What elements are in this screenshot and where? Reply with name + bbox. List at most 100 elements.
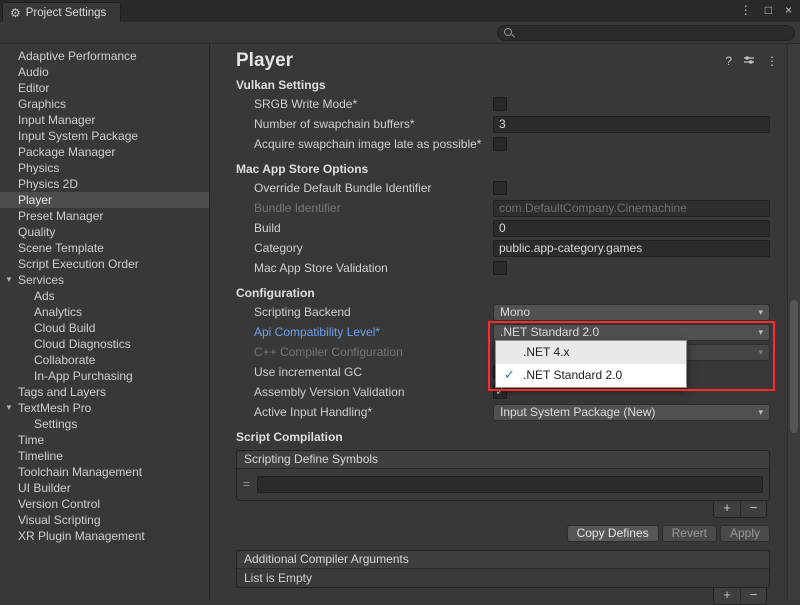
sidebar-item-time[interactable]: Time bbox=[0, 432, 209, 448]
sidebar-item-label: Input Manager bbox=[18, 113, 95, 127]
additional-compiler-arguments-header: Additional Compiler Arguments bbox=[237, 551, 769, 569]
sidebar-item-analytics[interactable]: Analytics bbox=[0, 304, 209, 320]
field-label: Mac App Store Validation bbox=[254, 261, 493, 275]
apply-button: Apply bbox=[720, 525, 770, 542]
window-menu-icon[interactable]: ⋮ bbox=[740, 3, 752, 17]
add-compiler-arg-button[interactable]: + bbox=[714, 588, 740, 604]
sidebar-item-label: Cloud Diagnostics bbox=[34, 337, 131, 351]
close-icon[interactable]: × bbox=[785, 3, 792, 17]
revert-button: Revert bbox=[662, 525, 717, 542]
sidebar-item-cloud-build[interactable]: Cloud Build bbox=[0, 320, 209, 336]
acquire-swapchain-late-checkbox[interactable] bbox=[493, 137, 507, 151]
define-symbol-row: = bbox=[243, 474, 763, 494]
sidebar-item-label: Tags and Layers bbox=[18, 385, 106, 399]
player-settings-panel: Player ? ⋮ Vulkan Settings SRGB Write Mo… bbox=[210, 44, 800, 600]
popup-option-net-4x[interactable]: .NET 4.x bbox=[496, 341, 686, 364]
additional-compiler-arguments-box: Additional Compiler Arguments List is Em… bbox=[236, 550, 770, 588]
sidebar-item-label: Time bbox=[18, 433, 44, 447]
sidebar-item-textmeshpro-settings[interactable]: Settings bbox=[0, 416, 209, 432]
vertical-scrollbar[interactable] bbox=[787, 44, 800, 600]
page-title: Player bbox=[236, 50, 725, 72]
drag-handle-icon[interactable]: = bbox=[243, 477, 250, 491]
sidebar-item-label: Package Manager bbox=[18, 145, 115, 159]
scripting-define-symbols-box: Scripting Define Symbols = bbox=[236, 450, 770, 501]
sidebar-item-textmesh-pro[interactable]: ▼ TextMesh Pro bbox=[0, 400, 209, 416]
sidebar-item-label: Ads bbox=[34, 289, 55, 303]
add-define-button[interactable]: + bbox=[714, 501, 740, 517]
row-mac-app-store-validation: Mac App Store Validation bbox=[236, 258, 770, 278]
sidebar-item-scene-template[interactable]: Scene Template bbox=[0, 240, 209, 256]
dropdown-value: Mono bbox=[500, 305, 754, 319]
sidebar-item-label: Editor bbox=[18, 81, 49, 95]
remove-compiler-arg-button[interactable]: − bbox=[740, 588, 766, 604]
field-label: Scripting Backend bbox=[254, 305, 493, 319]
field-label: Api Compatibility Level* bbox=[254, 325, 493, 339]
sidebar-item-label: Graphics bbox=[18, 97, 66, 111]
sidebar-item-services[interactable]: ▼Services bbox=[0, 272, 209, 288]
tab-project-settings[interactable]: ⚙ Project Settings bbox=[2, 2, 121, 22]
remove-define-button[interactable]: − bbox=[740, 501, 766, 517]
sidebar-item-script-execution-order[interactable]: Script Execution Order bbox=[0, 256, 209, 272]
scripting-backend-dropdown[interactable]: Mono ▾ bbox=[493, 304, 770, 321]
category-input[interactable] bbox=[493, 240, 770, 257]
sidebar-item-visual-scripting[interactable]: Visual Scripting bbox=[0, 512, 209, 528]
sidebar-item-player[interactable]: Player bbox=[0, 192, 209, 208]
sidebar-item-label: Script Execution Order bbox=[18, 257, 139, 271]
swapchain-buffers-input[interactable] bbox=[493, 116, 770, 133]
chevron-down-icon: ▾ bbox=[758, 407, 763, 418]
srgb-write-mode-checkbox[interactable] bbox=[493, 97, 507, 111]
field-label: C++ Compiler Configuration bbox=[254, 345, 493, 359]
override-bundle-identifier-checkbox[interactable] bbox=[493, 181, 507, 195]
field-label: Number of swapchain buffers* bbox=[254, 117, 493, 131]
sidebar-item-physics[interactable]: Physics bbox=[0, 160, 209, 176]
sidebar-item-version-control[interactable]: Version Control bbox=[0, 496, 209, 512]
sidebar-item-timeline[interactable]: Timeline bbox=[0, 448, 209, 464]
sidebar-item-audio[interactable]: Audio bbox=[0, 64, 209, 80]
sidebar-item-graphics[interactable]: Graphics bbox=[0, 96, 209, 112]
foldout-arrow-icon[interactable]: ▼ bbox=[5, 403, 13, 412]
scripting-define-symbols-header: Scripting Define Symbols bbox=[237, 451, 769, 469]
sidebar-item-quality[interactable]: Quality bbox=[0, 224, 209, 240]
sidebar-item-collaborate[interactable]: Collaborate bbox=[0, 352, 209, 368]
api-compatibility-dropdown[interactable]: .NET Standard 2.0 ▾ bbox=[493, 324, 770, 341]
foldout-arrow-icon[interactable]: ▼ bbox=[5, 275, 13, 284]
sidebar-item-ui-builder[interactable]: UI Builder bbox=[0, 480, 209, 496]
sidebar-item-toolchain-management[interactable]: Toolchain Management bbox=[0, 464, 209, 480]
sidebar-item-label: TextMesh Pro bbox=[18, 401, 91, 415]
build-input[interactable] bbox=[493, 220, 770, 237]
scrollbar-thumb[interactable] bbox=[790, 300, 798, 433]
sidebar-item-editor[interactable]: Editor bbox=[0, 80, 209, 96]
maximize-icon[interactable]: □ bbox=[765, 3, 772, 17]
sidebar-item-package-manager[interactable]: Package Manager bbox=[0, 144, 209, 160]
sidebar-item-physics-2d[interactable]: Physics 2D bbox=[0, 176, 209, 192]
sidebar-item-tags-and-layers[interactable]: Tags and Layers bbox=[0, 384, 209, 400]
sidebar-item-cloud-diagnostics[interactable]: Cloud Diagnostics bbox=[0, 336, 209, 352]
popup-option-net-standard-2-0[interactable]: ✓ .NET Standard 2.0 bbox=[496, 364, 686, 387]
sidebar-item-label: UI Builder bbox=[18, 481, 71, 495]
sidebar-item-xr-plugin-management[interactable]: XR Plugin Management bbox=[0, 528, 209, 544]
mac-app-store-validation-checkbox[interactable] bbox=[493, 261, 507, 275]
sidebar-item-label: Settings bbox=[34, 417, 77, 431]
section-mac-app-store: Mac App Store Options bbox=[236, 160, 770, 178]
settings-sidebar: Adaptive Performance Audio Editor Graphi… bbox=[0, 44, 210, 600]
sidebar-item-input-system-package[interactable]: Input System Package bbox=[0, 128, 209, 144]
row-active-input-handling: Active Input Handling* Input System Pack… bbox=[236, 402, 770, 422]
copy-defines-button[interactable]: Copy Defines bbox=[567, 525, 659, 542]
define-symbol-input[interactable] bbox=[257, 476, 763, 493]
sidebar-item-preset-manager[interactable]: Preset Manager bbox=[0, 208, 209, 224]
row-acquire-swapchain-late: Acquire swapchain image late as possible… bbox=[236, 134, 770, 154]
kebab-menu-icon[interactable]: ⋮ bbox=[766, 54, 778, 68]
check-icon: ✓ bbox=[495, 387, 504, 398]
sidebar-item-adaptive-performance[interactable]: Adaptive Performance bbox=[0, 48, 209, 64]
row-scripting-backend: Scripting Backend Mono ▾ bbox=[236, 302, 770, 322]
sidebar-item-in-app-purchasing[interactable]: In-App Purchasing bbox=[0, 368, 209, 384]
field-label: Acquire swapchain image late as possible… bbox=[254, 137, 493, 151]
help-icon[interactable]: ? bbox=[725, 54, 732, 68]
row-override-bundle-identifier: Override Default Bundle Identifier bbox=[236, 178, 770, 198]
sidebar-item-ads[interactable]: Ads bbox=[0, 288, 209, 304]
presets-icon[interactable] bbox=[743, 54, 755, 69]
search-input[interactable] bbox=[497, 25, 795, 41]
active-input-handling-dropdown[interactable]: Input System Package (New) ▾ bbox=[493, 404, 770, 421]
sidebar-item-input-manager[interactable]: Input Manager bbox=[0, 112, 209, 128]
sidebar-item-label: Quality bbox=[18, 225, 55, 239]
